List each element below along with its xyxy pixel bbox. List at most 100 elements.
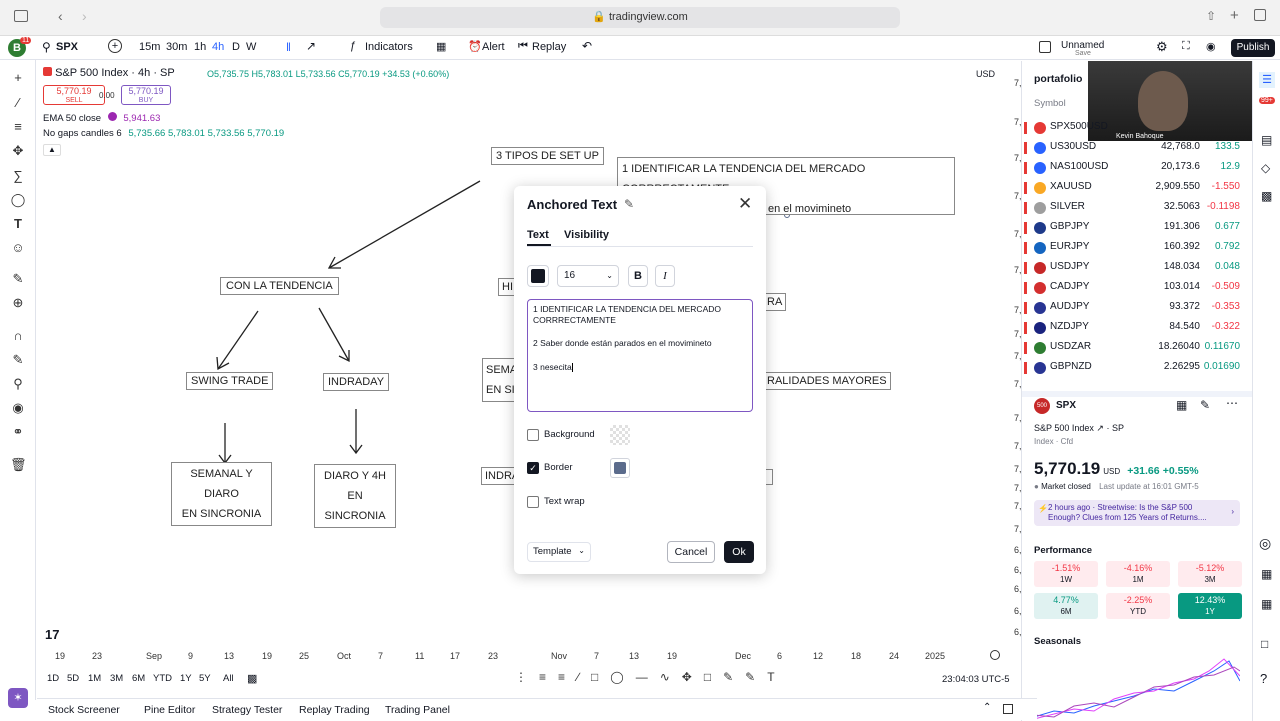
link-icon[interactable]: ⚭ [10, 424, 26, 440]
drawing-indraday[interactable]: INDRADAY [323, 373, 390, 391]
ruler-icon[interactable]: ✎ [10, 271, 26, 287]
drawing-generalidades[interactable]: RALIDADES MAYORES [764, 372, 891, 390]
watchlist-row[interactable]: USDZAR 18.26040 0.11670 [1022, 338, 1252, 358]
details-symbol[interactable]: SPX [1056, 400, 1076, 411]
range-1d[interactable]: 1D [47, 673, 59, 684]
crosshair-icon[interactable]: + [10, 70, 26, 86]
layout-icon[interactable] [1039, 41, 1051, 53]
ok-button[interactable]: Ok [724, 541, 754, 563]
watchlist-icon[interactable]: ☰ [1259, 72, 1275, 88]
line-chart-icon[interactable]: ↗ [306, 39, 316, 53]
drawing-ra[interactable]: RA [764, 293, 787, 311]
calendar-range-icon[interactable]: ▩ [247, 672, 257, 685]
close-icon[interactable]: ✕ [738, 194, 752, 214]
performance-cell[interactable]: 12.43% 1Y [1178, 593, 1242, 619]
drawing-con-tendencia[interactable]: CON LA TENDENCIA [220, 277, 339, 295]
indicators-button[interactable]: Indicators [365, 41, 413, 53]
zoom-icon[interactable]: ⊕ [10, 295, 26, 311]
hline-icon[interactable]: — [636, 670, 660, 684]
replay-button[interactable]: Replay [532, 41, 566, 53]
eye-icon[interactable]: ◉ [10, 400, 26, 416]
tabs-icon[interactable] [1254, 9, 1266, 21]
drawing-tipos[interactable]: 3 TIPOS DE SET UP [491, 147, 604, 165]
line-icon[interactable]: ∕ [577, 670, 591, 684]
performance-cell[interactable]: -2.25% YTD [1106, 593, 1170, 619]
cancel-button[interactable]: Cancel [667, 541, 715, 563]
watchlist-row[interactable]: XAUUSD 2,909.550 -1.550 [1022, 178, 1252, 198]
brush-icon[interactable]: ✎ [723, 670, 745, 684]
watchlist-row[interactable]: NZDJPY 84.540 -0.322 [1022, 318, 1252, 338]
prediction-icon[interactable]: ∑ [10, 168, 26, 184]
text-input[interactable]: 1 IDENTIFICAR LA TENDENCIA DEL MERCADO C… [527, 299, 753, 412]
layouts-icon[interactable]: ▦ [436, 40, 446, 53]
interval-30m[interactable]: 30m [166, 41, 187, 53]
border-checkbox[interactable]: ✓ [527, 462, 539, 474]
interval-4h[interactable]: 4h [212, 41, 224, 53]
compare-icon[interactable]: + [108, 39, 122, 53]
align-icon[interactable]: ≡ [539, 670, 558, 684]
bottom-tab[interactable]: Pine Editor [144, 704, 195, 716]
tab-visibility[interactable]: Visibility [564, 229, 609, 241]
new-tab-icon[interactable]: + [1230, 7, 1239, 24]
alerts-badge-icon[interactable]: 99+ [1259, 97, 1275, 104]
interval-d[interactable]: D [232, 41, 240, 53]
goto-realtime-icon[interactable] [990, 650, 1000, 660]
layers-icon[interactable]: ◇ [1261, 161, 1270, 175]
watchlist-row[interactable]: GBPNZD 2.26295 0.01690 [1022, 358, 1252, 378]
text-tool-icon[interactable]: T [10, 216, 26, 232]
forward-icon[interactable]: › [82, 8, 87, 24]
range-ytd[interactable]: YTD [153, 673, 172, 684]
range-5d[interactable]: 5D [67, 673, 79, 684]
watchlist-row[interactable]: NAS100USD 20,173.6 12.9 [1022, 158, 1252, 178]
external-link-icon[interactable]: ↗ [1096, 423, 1104, 433]
calendar-icon[interactable]: ▩ [1261, 189, 1272, 203]
chevron-up-icon[interactable]: ⌃ [983, 702, 991, 713]
stay-drawing-icon[interactable]: ✎ [10, 352, 26, 368]
drawing-swing[interactable]: SWING TRADE [186, 372, 274, 390]
widgets-icon[interactable]: ✶ [8, 688, 28, 708]
drawing-diario[interactable]: DIARO Y 4H EN SINCRONIA [314, 464, 396, 528]
chat-icon[interactable]: □ [1261, 637, 1268, 651]
fullscreen-icon[interactable]: ⛶ [1182, 40, 1190, 53]
watchlist-row[interactable]: SPX500USD [1022, 118, 1252, 138]
watchlist-row[interactable]: USDJPY 148.034 0.048 [1022, 258, 1252, 278]
italic-button[interactable]: I [655, 265, 675, 287]
target-icon[interactable]: ◎ [1259, 535, 1271, 552]
apps-icon[interactable]: ▦ [1261, 597, 1272, 611]
note-icon[interactable]: □ [704, 670, 723, 684]
watchlist-row[interactable]: SILVER 32.5063 -0.1198 [1022, 198, 1252, 218]
news-panel-icon[interactable]: ▤ [1261, 133, 1272, 147]
range-1m[interactable]: 1M [88, 673, 101, 684]
interval-w[interactable]: W [246, 41, 256, 53]
sidebar-toggle-icon[interactable] [14, 10, 28, 22]
font-size-select[interactable]: 16 ⌄ [557, 265, 619, 287]
range-3m[interactable]: 3M [110, 673, 123, 684]
pen-icon[interactable]: ✎ [745, 670, 767, 684]
watchlist-row[interactable]: GBPJPY 191.306 0.677 [1022, 218, 1252, 238]
watchlist-row[interactable]: US30USD 42,768.0 133.5 [1022, 138, 1252, 158]
back-icon[interactable]: ‹ [58, 8, 63, 24]
emoji-icon[interactable]: ☺ [10, 240, 26, 256]
collapse-legend-icon[interactable]: ▲ [43, 144, 61, 156]
sell-box[interactable]: 5,770.19 SELL [43, 85, 105, 105]
news-card[interactable]: ⚡ 2 hours ago · Streetwise: Is the S&P 5… [1034, 500, 1240, 526]
settings-icon[interactable]: ⚙ [1156, 39, 1168, 55]
watchlist-row[interactable]: CADJPY 103.014 -0.509 [1022, 278, 1252, 298]
interval-15m[interactable]: 15m [139, 41, 160, 53]
range-all[interactable]: All [223, 673, 234, 684]
settings-icon[interactable] [107, 112, 117, 121]
trend-line-icon[interactable]: ∕ [10, 95, 26, 111]
help-icon[interactable]: ? [1260, 671, 1267, 686]
text-wrap-checkbox[interactable] [527, 496, 539, 508]
template-button[interactable]: Template ⌄ [527, 542, 591, 562]
performance-cell[interactable]: -4.16% 1M [1106, 561, 1170, 587]
range-1y[interactable]: 1Y [180, 673, 192, 684]
chart-type-icon[interactable]: ‖ [286, 40, 291, 54]
bottom-tab[interactable]: Trading Panel [385, 704, 450, 716]
range-6m[interactable]: 6M [132, 673, 145, 684]
range-5y[interactable]: 5Y [199, 673, 211, 684]
share-icon[interactable]: ⇧ [1206, 9, 1216, 23]
clock[interactable]: 23:04:03 UTC-5 [942, 674, 1010, 685]
performance-cell[interactable]: 4.77% 6M [1034, 593, 1098, 619]
symbol-search[interactable]: SPX [56, 41, 78, 53]
